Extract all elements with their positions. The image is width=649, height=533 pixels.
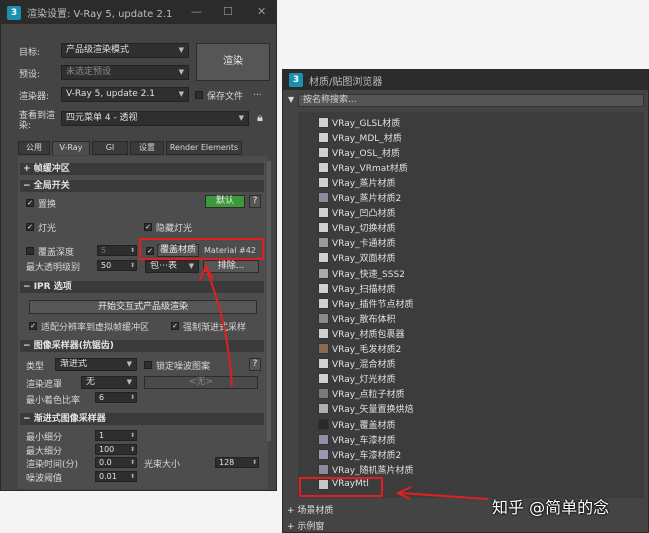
arrow-to-vraymtl xyxy=(399,492,489,500)
annotation-arrows xyxy=(199,263,489,500)
zhihu-watermark: 知乎 @简单的念 xyxy=(492,498,610,517)
arrow-head-override xyxy=(199,263,214,281)
arrow-to-override-material xyxy=(205,267,233,387)
